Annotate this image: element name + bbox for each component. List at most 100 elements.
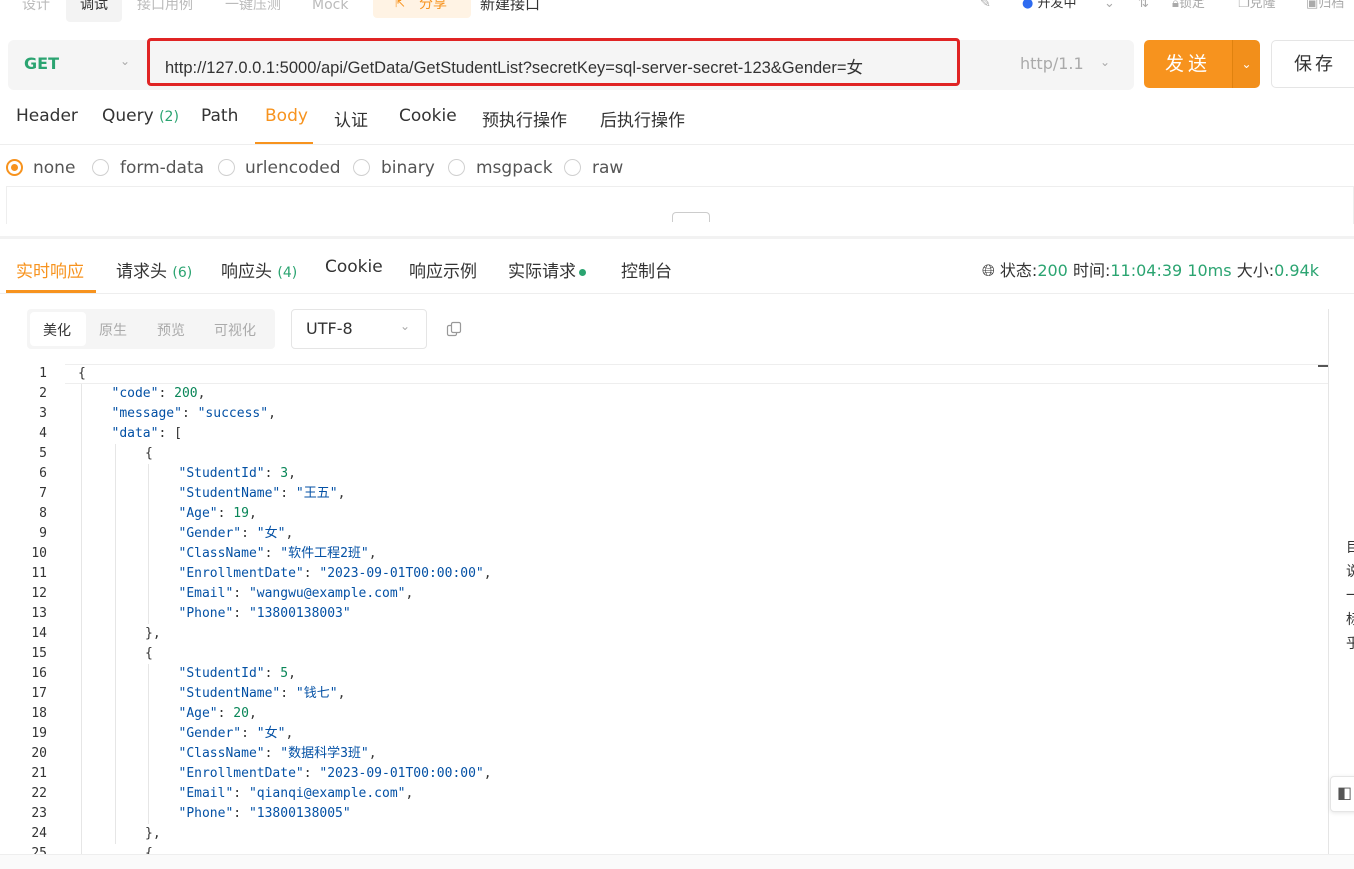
send-button[interactable]: 发送 bbox=[1144, 40, 1232, 88]
code-text: "Age": 20, bbox=[179, 704, 257, 724]
radio-label-raw[interactable]: raw bbox=[592, 158, 623, 178]
top-bar: 设计 调试 接口用例 一键压测 Mock ⇱ 分享 新建接口 ✎ ● 开发中 ⌄… bbox=[0, 0, 1354, 24]
code-token: "2023-09-01T00:00:00" bbox=[319, 566, 484, 581]
edit-icon[interactable]: ✎ bbox=[980, 0, 991, 18]
url-input[interactable]: http://127.0.0.1:5000/api/GetData/GetStu… bbox=[165, 54, 863, 78]
lock-label: 锁定 bbox=[1178, 0, 1205, 11]
req-tab-pre-script[interactable]: 预执行操作 bbox=[482, 106, 567, 131]
chevron-down-icon: ⌄ bbox=[120, 54, 131, 68]
line-number: 18 bbox=[31, 706, 47, 721]
resp-tab-cookie[interactable]: Cookie bbox=[325, 257, 383, 277]
code-token: , bbox=[483, 766, 492, 781]
resp-tab-console[interactable]: 控制台 bbox=[621, 257, 672, 282]
code-token: "StudentId" bbox=[178, 466, 265, 481]
status-label: 状态: bbox=[999, 261, 1038, 280]
interface-title[interactable]: 新建接口 bbox=[480, 0, 540, 18]
chevron-down-icon[interactable]: ⌄ bbox=[1104, 0, 1115, 18]
line-number: 24 bbox=[31, 826, 47, 841]
radio-none[interactable] bbox=[6, 159, 23, 176]
line-number: 17 bbox=[31, 686, 47, 701]
method-label: GET bbox=[24, 54, 59, 73]
code-line: 20 "ClassName": "数据科学3班", bbox=[0, 744, 1328, 764]
req-tab-body[interactable]: Body bbox=[265, 106, 308, 126]
clone-button[interactable]: ❐克隆 bbox=[1238, 0, 1276, 18]
radio-msgpack[interactable] bbox=[448, 159, 465, 176]
share-button[interactable]: ⇱ 分享 bbox=[373, 0, 471, 18]
code-line: 12 "Email": "wangwu@example.com", bbox=[0, 584, 1328, 604]
radio-label-urlencoded[interactable]: urlencoded bbox=[245, 158, 341, 178]
method-select[interactable]: GET ⌄ bbox=[8, 40, 142, 90]
code-line: 1{ bbox=[0, 364, 1328, 384]
radio-binary[interactable] bbox=[353, 159, 370, 176]
archive-button[interactable]: ▣归档 bbox=[1306, 0, 1344, 18]
save-button[interactable]: 保存 bbox=[1271, 40, 1354, 88]
code-token: : bbox=[217, 506, 234, 521]
share-label: 分享 bbox=[419, 0, 447, 12]
radio-raw[interactable] bbox=[564, 159, 581, 176]
view-mode-visualize[interactable]: 可视化 bbox=[214, 320, 256, 340]
req-tab-query[interactable]: Query (2) bbox=[102, 106, 179, 126]
mode-tab-loadtest[interactable]: 一键压测 bbox=[225, 0, 281, 22]
http-version-select[interactable]: http/1.1 bbox=[1020, 54, 1084, 73]
view-mode-preview[interactable]: 预览 bbox=[157, 320, 185, 340]
code-token: "EnrollmentDate" bbox=[178, 566, 304, 581]
resp-tab-req-headers[interactable]: 请求头 (6) bbox=[116, 257, 192, 282]
editor-scrollbar[interactable] bbox=[1328, 309, 1329, 854]
code-token: "13800138003" bbox=[248, 606, 351, 621]
resp-tab-actual-request[interactable]: 实际请求 bbox=[508, 257, 586, 282]
code-line: 24}, bbox=[0, 824, 1328, 844]
req-tab-path[interactable]: Path bbox=[201, 106, 238, 126]
radio-urlencoded[interactable] bbox=[218, 159, 235, 176]
code-token: "StudentName" bbox=[178, 486, 281, 501]
resize-handle[interactable] bbox=[672, 212, 710, 222]
mode-tab-debug[interactable]: 调试 bbox=[66, 0, 122, 22]
tab-label: Path bbox=[201, 106, 239, 126]
req-tab-post-script[interactable]: 后执行操作 bbox=[600, 106, 685, 131]
tab-label: 响应头 bbox=[221, 262, 272, 282]
code-token: "Age" bbox=[178, 706, 218, 721]
panel-toggle-button[interactable]: ◧ bbox=[1330, 776, 1354, 812]
code-token: "钱七" bbox=[295, 686, 338, 701]
req-tab-header[interactable]: Header bbox=[16, 106, 78, 126]
req-tab-cookie[interactable]: Cookie bbox=[399, 106, 457, 126]
duration-value: 10ms bbox=[1187, 261, 1232, 280]
bottom-status-strip bbox=[0, 854, 1354, 869]
side-panel-glyph: 一 bbox=[1346, 588, 1354, 604]
send-options-dropdown[interactable]: ⌄ bbox=[1232, 40, 1260, 88]
pane-splitter[interactable] bbox=[0, 236, 1354, 239]
size-label: 大小: bbox=[1236, 261, 1275, 280]
response-code-editor[interactable]: 1{2 "code": 200, 3 "message": "success", 4 "d… bbox=[0, 364, 1328, 854]
code-token: "Gender" bbox=[178, 726, 242, 741]
radio-label-form-data[interactable]: form-data bbox=[120, 158, 204, 178]
lock-button[interactable]: 🔒︎锁定 bbox=[1172, 0, 1205, 18]
radio-label-msgpack[interactable]: msgpack bbox=[476, 158, 553, 178]
env-selector[interactable]: ● 开发中 bbox=[1022, 0, 1077, 18]
resp-tab-live[interactable]: 实时响应 bbox=[16, 257, 84, 282]
code-token: "数据科学3班" bbox=[280, 746, 369, 761]
resp-tab-examples[interactable]: 响应示例 bbox=[409, 257, 477, 282]
divider bbox=[0, 293, 1354, 294]
view-mode-pretty[interactable]: 美化 bbox=[43, 320, 71, 340]
view-mode-raw[interactable]: 原生 bbox=[99, 320, 127, 340]
line-number: 1 bbox=[39, 366, 47, 381]
copy-icon[interactable] bbox=[446, 321, 462, 337]
scroll-position-marker bbox=[1318, 365, 1328, 367]
mode-tab-design[interactable]: 设计 bbox=[22, 0, 50, 22]
sort-icon[interactable]: ⇅ bbox=[1138, 0, 1149, 18]
radio-label-binary[interactable]: binary bbox=[381, 158, 435, 178]
radio-form-data[interactable] bbox=[92, 159, 109, 176]
code-token: "Phone" bbox=[178, 606, 234, 621]
tab-label: 预执行操作 bbox=[482, 111, 567, 131]
code-text: "Gender": "女", bbox=[179, 724, 294, 744]
tab-label: Header bbox=[16, 106, 78, 126]
code-token: : bbox=[303, 766, 320, 781]
code-token: : bbox=[181, 406, 198, 421]
mode-tab-cases[interactable]: 接口用例 bbox=[137, 0, 193, 22]
radio-label-none[interactable]: none bbox=[33, 158, 75, 178]
code-token: : bbox=[264, 466, 281, 481]
req-tab-auth[interactable]: 认证 bbox=[334, 106, 368, 131]
mode-tab-mock[interactable]: Mock bbox=[312, 0, 348, 22]
code-text: "Email": "qianqi@example.com", bbox=[179, 784, 414, 804]
code-token: "软件工程2班" bbox=[280, 546, 369, 561]
resp-tab-resp-headers[interactable]: 响应头 (4) bbox=[221, 257, 297, 282]
